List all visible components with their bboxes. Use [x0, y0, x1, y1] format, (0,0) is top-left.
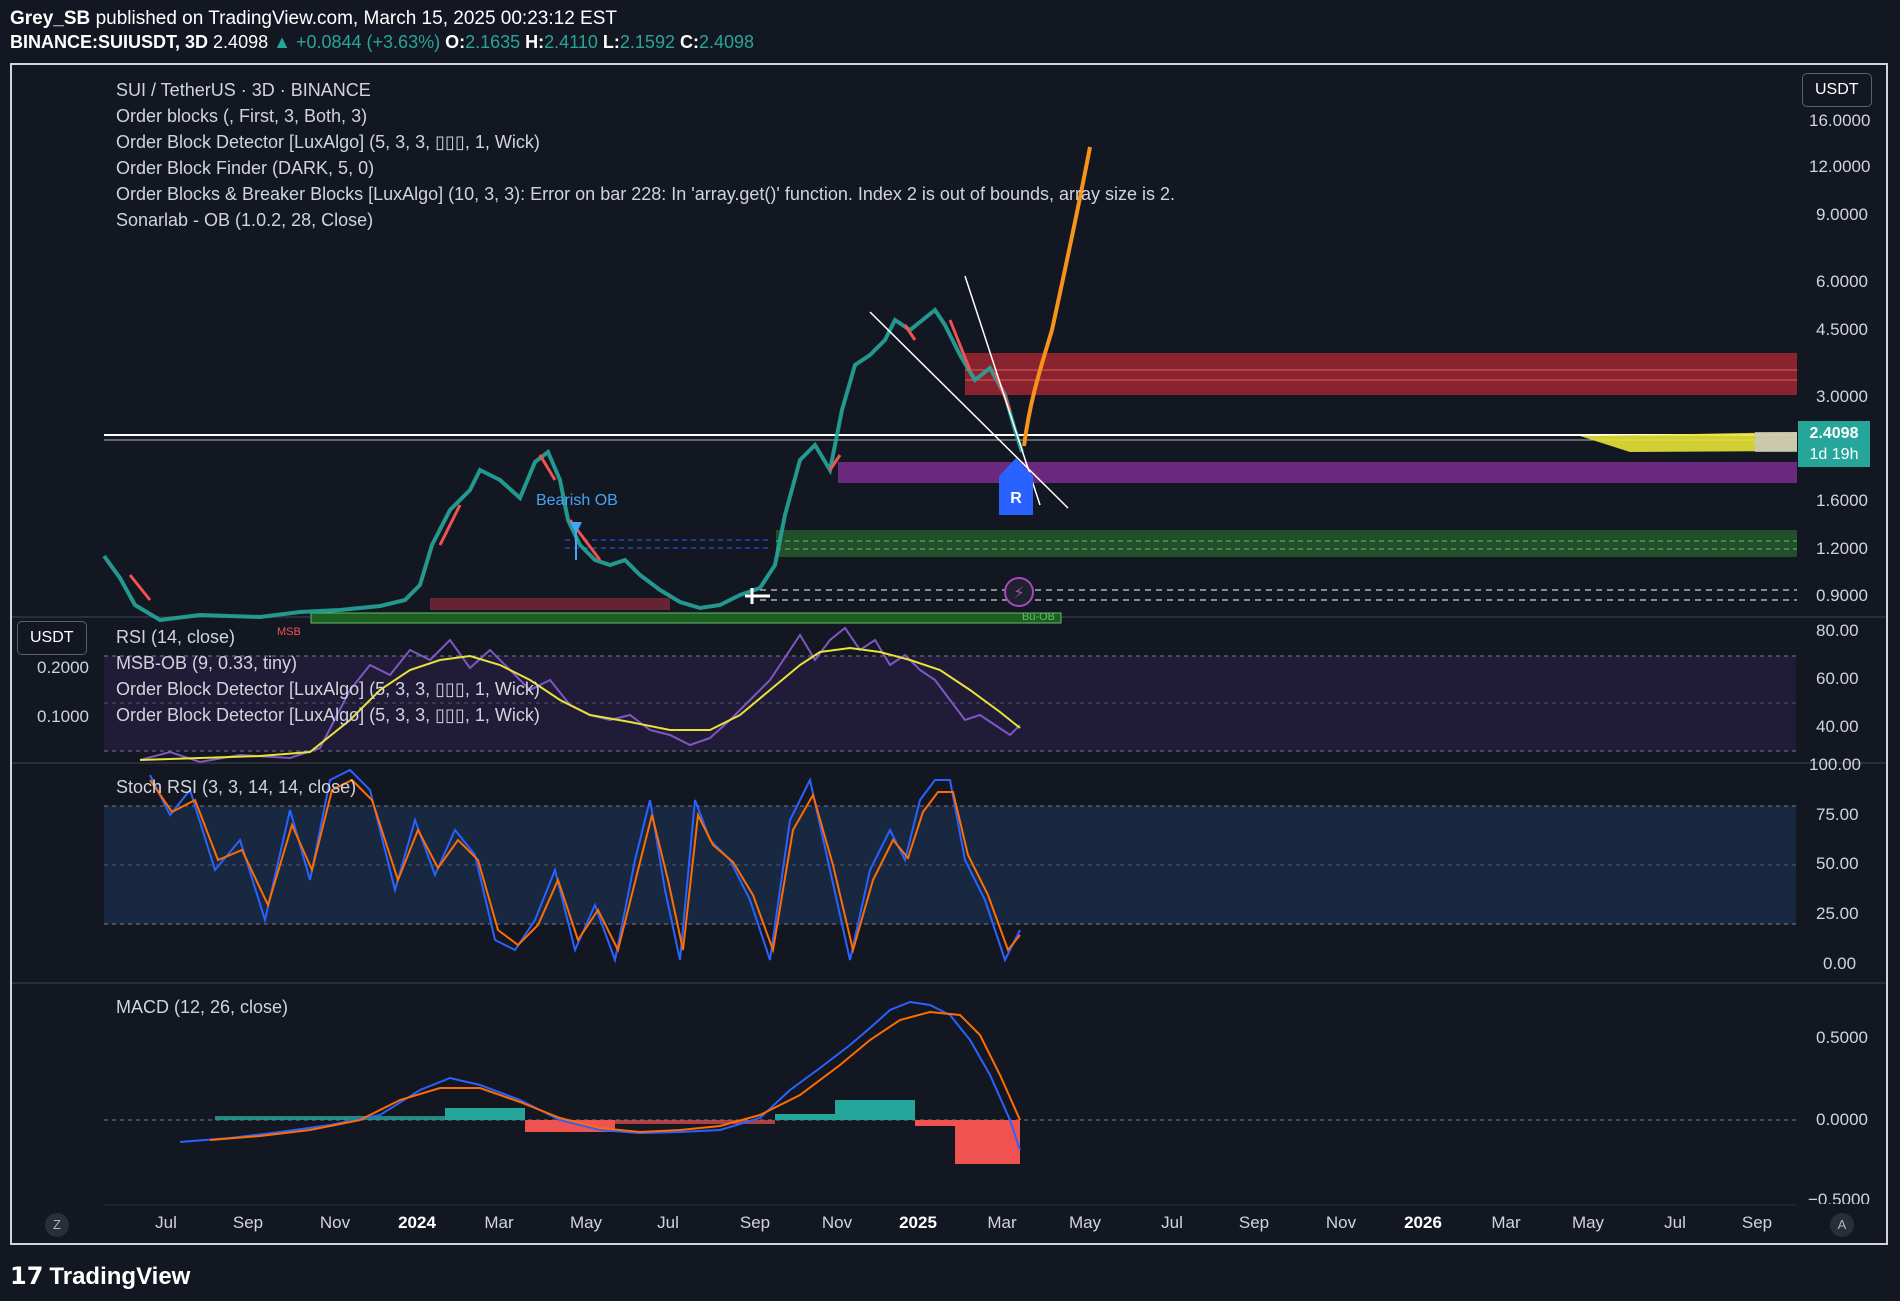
rsi-band [104, 656, 1796, 751]
price-axis-label: 9.0000 [1816, 205, 1868, 224]
bearish-order-block-zone [965, 353, 1797, 395]
time-axis-label: 2025 [899, 1213, 937, 1232]
msb-label: MSB [277, 626, 301, 638]
macd-axis-label: −0.5000 [1808, 1190, 1870, 1204]
macd-legend[interactable]: MACD (12, 26, close) [116, 997, 288, 1018]
time-axis-label: 2024 [398, 1213, 436, 1232]
macd-axis-label: 0.5000 [1816, 1028, 1868, 1047]
time-axis-label: Sep [1741, 1213, 1773, 1232]
rsi-legend-indicator[interactable]: MSB-OB (9, 0.33, tiny) [116, 653, 297, 674]
rsi-left-axis-label: 0.1000 [37, 707, 89, 726]
rsi-legend-indicator[interactable]: Order Block Detector [LuxAlgo] (5, 3, 3,… [116, 705, 540, 726]
main-legend-indicator[interactable]: Sonarlab - OB (1.0.2, 28, Close) [116, 210, 373, 231]
price-axis-label: 0.9000 [1816, 586, 1868, 605]
rsi-currency-button[interactable]: USDT [17, 621, 87, 655]
tradingview-logo[interactable]: 17 TradingView [10, 1262, 190, 1291]
rsi-left-axis-label: 0.2000 [37, 658, 89, 677]
time-axis-label: Sep [739, 1213, 771, 1232]
last-price-tag: 2.4098 1d 19h [1798, 421, 1870, 467]
r-marker-label: R [1010, 490, 1022, 507]
stoch-axis-label: 50.00 [1816, 854, 1859, 873]
price-axis-label: 1.6000 [1816, 491, 1868, 510]
last-price-tag-value: 2.4098 [1809, 425, 1859, 442]
macd-axis-label: 0.0000 [1816, 1110, 1868, 1129]
bearish-ob-label: Bearish OB [536, 492, 618, 509]
time-axis-label: May [569, 1213, 603, 1232]
time-axis-label: Sep [232, 1213, 264, 1232]
time-axis-label: May [1571, 1213, 1605, 1232]
tradingview-logo-icon: 17 [10, 1262, 44, 1290]
main-legend-indicator[interactable]: Order Block Finder (DARK, 5, 0) [116, 158, 374, 179]
volume-profile-bar [1755, 432, 1797, 452]
rsi-axis-label: 60.00 [1816, 669, 1859, 688]
bu-ob-label: Bu-OB [1022, 611, 1056, 623]
price-axis-label: 4.5000 [1816, 320, 1868, 339]
main-legend-indicator[interactable]: Order blocks (, First, 3, Both, 3) [116, 106, 367, 127]
price-axis-label: 6.0000 [1816, 272, 1868, 291]
stoch-band [104, 806, 1796, 924]
price-axis-label: 3.0000 [1816, 387, 1868, 406]
price-axis-label: 12.0000 [1809, 157, 1871, 176]
rsi-legend-indicator[interactable]: Order Block Detector [LuxAlgo] (5, 3, 3,… [116, 679, 540, 700]
stoch-axis-label: 75.00 [1816, 805, 1859, 824]
time-axis-label: Nov [1325, 1213, 1357, 1232]
currency-button[interactable]: USDT [1802, 73, 1872, 107]
time-axis-label: Mar [1491, 1213, 1521, 1232]
main-legend-indicator[interactable]: Order Block Detector [LuxAlgo] (5, 3, 3,… [116, 132, 540, 153]
main-legend-symbol[interactable]: SUI / TetherUS · 3D · BINANCE [116, 80, 371, 101]
main-legend-indicator[interactable]: Order Blocks & Breaker Blocks [LuxAlgo] … [116, 184, 1175, 205]
auto-scale-button[interactable]: A [1830, 1213, 1854, 1237]
bu-ob-zone [310, 612, 1062, 624]
purple-order-block-zone [838, 462, 1797, 483]
rsi-axis-label: 80.00 [1816, 621, 1859, 640]
tradingview-logo-text: TradingView [49, 1263, 191, 1290]
time-axis-label: 2026 [1404, 1213, 1442, 1232]
bar-countdown: 1d 19h [1809, 446, 1859, 463]
time-axis-label: Jul [1161, 1213, 1183, 1232]
price-axis-label: 16.0000 [1809, 111, 1871, 130]
price-axis-label: 1.2000 [1816, 539, 1868, 558]
rsi-axis-label: 40.00 [1816, 717, 1859, 736]
lightning-glyph: ⚡ [1013, 585, 1024, 602]
time-axis-label: Jul [1664, 1213, 1686, 1232]
time-axis-label: Nov [821, 1213, 853, 1232]
time-axis-label: May [1068, 1213, 1102, 1232]
time-axis-label: Jul [657, 1213, 679, 1232]
time-axis-label: Mar [484, 1213, 514, 1232]
stoch-axis-label: 25.00 [1816, 904, 1859, 923]
stoch-axis-label: 0.00 [1823, 954, 1857, 973]
time-axis-label: Nov [319, 1213, 351, 1232]
time-axis-label: Mar [987, 1213, 1017, 1232]
msb-zone [430, 598, 670, 610]
stoch-legend[interactable]: Stoch RSI (3, 3, 14, 14, close) [116, 777, 356, 798]
stoch-axis-label: 100.00 [1809, 755, 1861, 774]
zoom-button[interactable]: Z [45, 1213, 69, 1237]
bullish-order-block-zone [776, 530, 1797, 557]
time-axis-label: Sep [1238, 1213, 1270, 1232]
time-axis-label: Jul [155, 1213, 177, 1232]
rsi-legend[interactable]: RSI (14, close) [116, 627, 235, 648]
